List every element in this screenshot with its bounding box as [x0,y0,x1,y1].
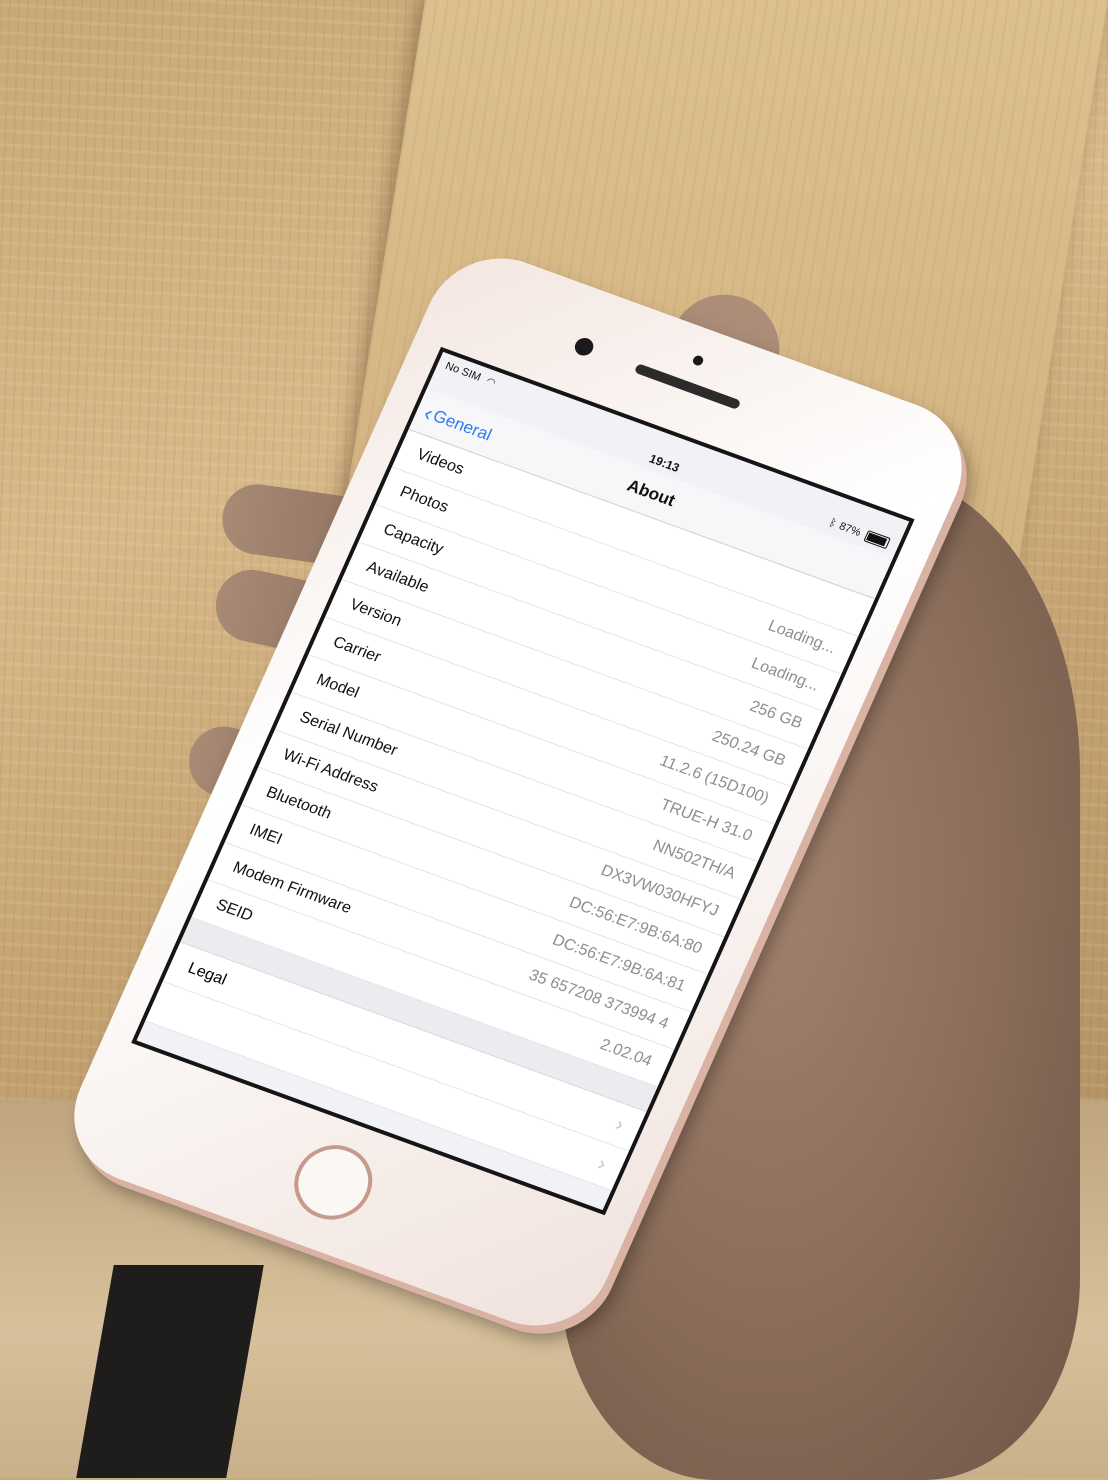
row-label: Videos [413,445,467,479]
legal-label: Legal [185,959,229,989]
chevron-right-icon: › [594,1152,610,1175]
row-label: Model [313,671,362,702]
chevron-right-icon: › [612,1113,628,1136]
row-label: IMEI [246,821,285,849]
row-label: Carrier [330,633,384,666]
row-value: 2.02.04 [597,1036,655,1071]
row-value: 256 GB [746,698,805,733]
row-label: Version [347,596,405,630]
battery-percent: 87% [837,520,863,539]
battery-icon [863,530,891,550]
row-label: Photos [397,483,452,517]
row-label: SEID [213,896,256,925]
wifi-icon: ◠ [484,375,498,390]
